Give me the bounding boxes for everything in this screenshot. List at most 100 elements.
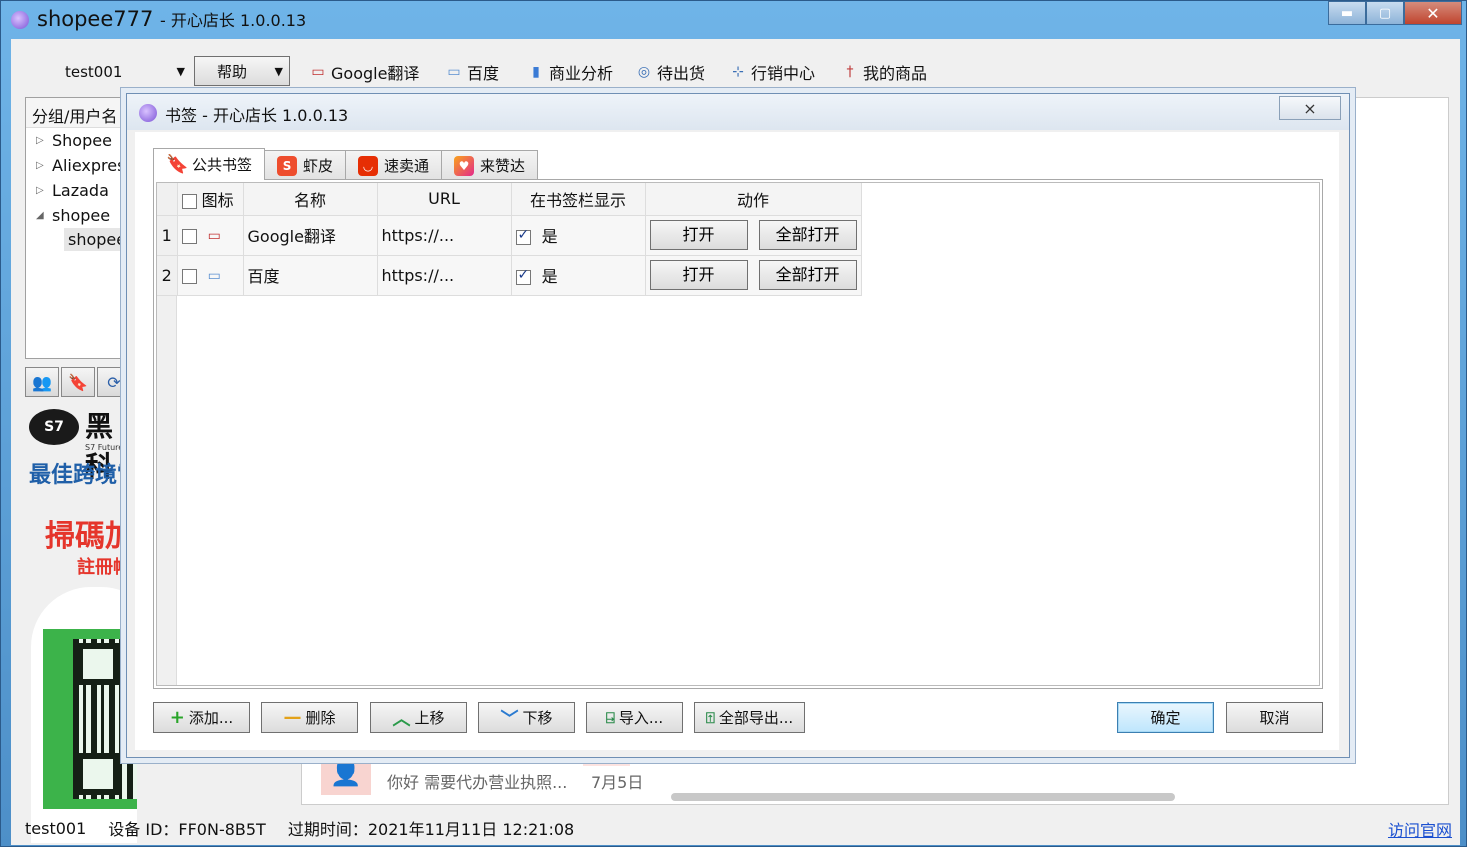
visit-website-link[interactable]: 访问官网	[1388, 817, 1452, 841]
lazada-icon: ♥	[454, 155, 475, 176]
column-header-show[interactable]: 在书签栏显示	[511, 183, 646, 216]
expand-icon[interactable]: ▷	[36, 160, 52, 171]
user-select[interactable]: test001 ▼	[65, 59, 185, 85]
users-button[interactable]: 👥	[25, 367, 59, 397]
toolbar-item-label: 行销中心	[751, 64, 816, 83]
bookmark-tabs: 🔖 公共书签 S 虾皮 ◡ 速卖通 ♥ 来赞达	[153, 148, 539, 180]
ad-logo: S7	[29, 409, 79, 445]
toolbar-marketing-center[interactable]: ⊹ 行销中心	[729, 59, 815, 85]
horizontal-scrollbar[interactable]	[671, 793, 1175, 801]
toolbar-baidu[interactable]: ▭ 百度	[445, 59, 499, 85]
toolbar-item-label: Google翻译	[331, 64, 420, 83]
plus-icon: +	[169, 707, 185, 728]
monitor-icon: ▭	[311, 64, 325, 80]
open-button[interactable]: 打开	[649, 260, 748, 290]
advertisement[interactable]: S7 黑科 S7 Future 最佳跨境電 掃碼加 註冊帳	[25, 403, 137, 843]
help-button[interactable]: 帮助 ▼	[194, 56, 290, 86]
toolbar-google-translate[interactable]: ▭ Google翻译	[309, 59, 419, 85]
tab-lazada[interactable]: ♥ 来赞达	[441, 150, 539, 180]
ok-button[interactable]: 确定	[1117, 702, 1214, 733]
tree-item-shopee-group[interactable]: ◢ shopee	[26, 203, 134, 228]
open-all-button[interactable]: 全部打开	[758, 220, 857, 250]
add-label: 添加...	[188, 709, 234, 727]
toolbar-my-products[interactable]: † 我的商品	[841, 59, 928, 85]
tree-item-shopee777[interactable]: shopee777	[64, 228, 134, 251]
open-button[interactable]: 打开	[649, 220, 748, 250]
bookmark-table: 图标 名称 URL 在书签栏显示 动作 1 ▭ Google翻译 https:/…	[157, 183, 862, 296]
bar-chart-icon: ▮	[532, 64, 540, 80]
table-row[interactable]: 1 ▭ Google翻译 https://... 是	[157, 215, 862, 256]
select-all-checkbox[interactable]	[181, 193, 197, 209]
tree-item-aliexpress[interactable]: ▷ Aliexpress	[26, 153, 134, 178]
row-name[interactable]: Google翻译	[243, 215, 378, 256]
column-header-url[interactable]: URL	[377, 183, 512, 216]
export-all-button[interactable]: ⍐ 全部导出...	[694, 702, 805, 733]
row-url[interactable]: https://...	[377, 255, 512, 296]
toolbar-business-analysis[interactable]: ▮ 商业分析	[527, 59, 613, 85]
row-show-cell: 是	[511, 255, 646, 296]
window-controls: ▬ ▢ ✕	[1328, 1, 1462, 25]
tree-item-lazada[interactable]: ▷ Lazada	[26, 178, 134, 203]
tree-item-label: Aliexpress	[52, 156, 134, 175]
table-row[interactable]: 2 ▭ 百度 https://... 是	[157, 255, 862, 296]
tab-label: 速卖通	[384, 157, 430, 175]
top-toolbar: test001 ▼ 帮助 ▼ ▭ Google翻译 ▭ 百度 ▮ 商业分析 ◎ …	[11, 55, 1460, 89]
move-up-button[interactable]: ︿ 上移	[370, 702, 467, 733]
title-bar: shopee777 - 开心店长 1.0.0.13 ▬ ▢ ✕	[1, 1, 1467, 39]
tab-label: 来赞达	[480, 157, 526, 175]
tab-public-bookmarks[interactable]: 🔖 公共书签	[153, 148, 266, 180]
minus-icon: —	[283, 707, 302, 728]
show-in-bar-checkbox[interactable]	[515, 267, 531, 285]
collapse-icon[interactable]: ◢	[36, 210, 52, 221]
move-down-button[interactable]: ﹀ 下移	[478, 702, 575, 733]
aliexpress-icon: ◡	[358, 155, 379, 176]
bookmark-grid: 图标 名称 URL 在书签栏显示 动作 1 ▭ Google翻译 https:/…	[156, 182, 1320, 686]
show-in-bar-label: 是	[541, 267, 558, 286]
row-name[interactable]: 百度	[243, 255, 378, 296]
row-url[interactable]: https://...	[377, 215, 512, 256]
tab-shopee[interactable]: S 虾皮	[264, 150, 347, 180]
chevron-down-icon: ﹀	[500, 708, 519, 730]
export-icon: ⍐	[705, 708, 715, 727]
import-button[interactable]: ⍈ 导入...	[586, 702, 683, 733]
tab-pane: 图标 名称 URL 在书签栏显示 动作 1 ▭ Google翻译 https:/…	[153, 179, 1323, 689]
status-device-id: 设备 ID：FF0N-8B5T	[108, 820, 266, 839]
tree-item-label: Lazada	[52, 181, 109, 200]
bookmark-button[interactable]: 🔖	[61, 367, 95, 397]
row-checkbox[interactable]	[181, 228, 197, 244]
tab-label: 公共书签	[192, 156, 253, 174]
show-in-bar-label: 是	[541, 227, 558, 246]
monitor-icon: ▭	[207, 228, 221, 244]
open-all-button[interactable]: 全部打开	[758, 260, 857, 290]
toolbar-pending-shipment[interactable]: ◎ 待出货	[635, 59, 705, 85]
close-button[interactable]: ✕	[1404, 1, 1462, 25]
help-label: 帮助	[217, 62, 248, 81]
tree-item-label: Shopee	[52, 131, 112, 150]
move-up-label: 上移	[414, 709, 445, 727]
column-header-icon[interactable]: 图标	[177, 183, 244, 216]
dialog-body: 🔖 公共书签 S 虾皮 ◡ 速卖通 ♥ 来赞达 图标 名称 URL 在书签栏显示…	[135, 132, 1339, 750]
dialog-close-button[interactable]: ⨯	[1279, 96, 1341, 120]
target-icon: ◎	[637, 64, 651, 80]
column-header-action[interactable]: 动作	[645, 183, 862, 216]
column-header-name[interactable]: 名称	[243, 183, 378, 216]
expand-icon[interactable]: ▷	[36, 135, 52, 146]
minimize-button[interactable]: ▬	[1328, 1, 1366, 25]
ad-headline: 最佳跨境電	[29, 463, 137, 488]
expand-icon[interactable]: ▷	[36, 185, 52, 196]
chat-icon: ▭	[447, 64, 461, 80]
row-action-cell: 打开 全部打开	[645, 215, 862, 256]
marketing-icon: ⊹	[732, 64, 744, 80]
toolbar-item-label: 百度	[467, 64, 500, 83]
import-icon: ⍈	[605, 708, 615, 727]
tree-item-label: shopee	[52, 206, 111, 225]
row-checkbox[interactable]	[181, 268, 197, 284]
cancel-button[interactable]: 取消	[1226, 702, 1323, 733]
tree-item-shopee[interactable]: ▷ Shopee	[26, 128, 134, 153]
add-button[interactable]: + 添加...	[153, 702, 250, 733]
delete-button[interactable]: — 删除	[261, 702, 358, 733]
tab-label: 虾皮	[303, 157, 334, 175]
tab-aliexpress[interactable]: ◡ 速卖通	[345, 150, 443, 180]
show-in-bar-checkbox[interactable]	[515, 227, 531, 245]
maximize-button[interactable]: ▢	[1366, 1, 1404, 25]
